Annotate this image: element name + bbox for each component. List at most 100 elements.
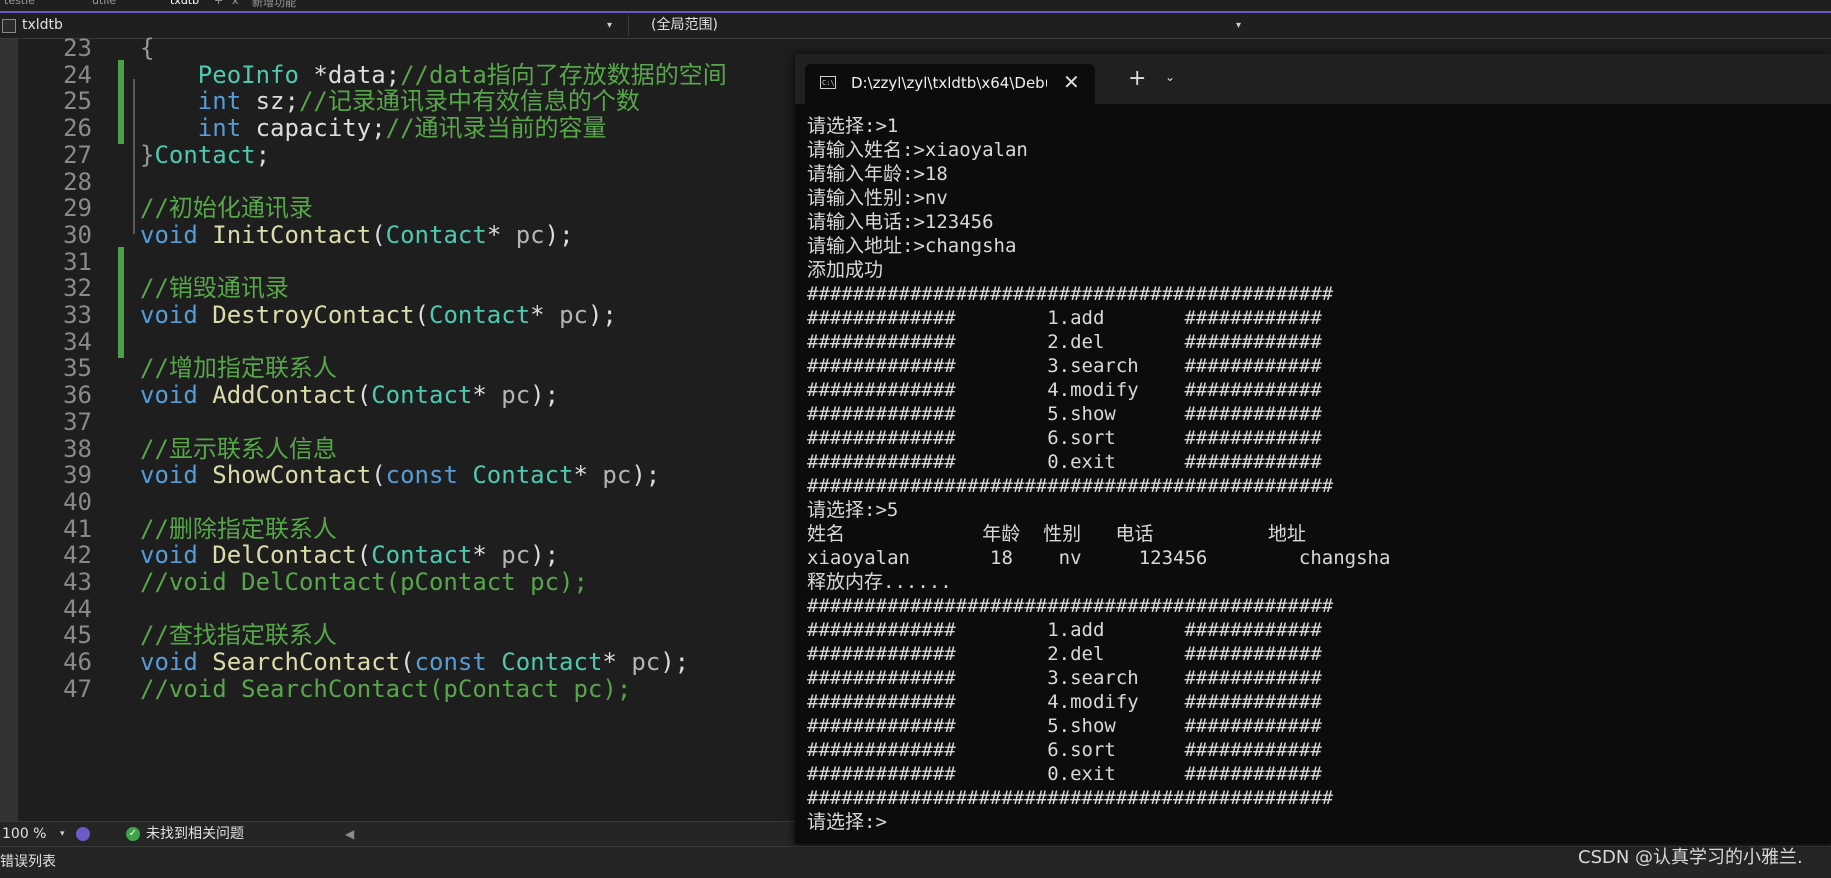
- terminal-tab[interactable]: C:\ D:\zzyl\zyl\txldtb\x64\Debug\ ✕: [805, 64, 1095, 104]
- code-token: Contact: [429, 301, 531, 329]
- close-tab-icon[interactable]: x: [232, 0, 239, 8]
- code-token: capacity;: [241, 114, 386, 143]
- code-token: pc: [631, 648, 661, 677]
- code-token: const: [385, 461, 458, 490]
- code-token: AddContact: [212, 381, 357, 410]
- error-list-tab[interactable]: 错误列表: [0, 847, 56, 878]
- code-token: pc: [501, 541, 531, 570]
- code-token: Contact: [371, 541, 473, 570]
- code-token: {: [140, 34, 155, 62]
- code-token: DestroyContact: [212, 301, 415, 329]
- chevron-down-icon[interactable]: ⌄: [1165, 70, 1175, 84]
- code-token: //显示联系人信息: [140, 434, 337, 463]
- code-token: SearchContact: [212, 648, 401, 677]
- terminal-output[interactable]: 请选择:>1 请输入姓名:>xiaoyalan 请输入年龄:>18 请输入性别:>nv…: [807, 114, 1827, 842]
- terminal-tab-title: D:\zzyl\zyl\txldtb\x64\Debug\: [851, 74, 1047, 92]
- code-token: //通讯录当前的容量: [385, 114, 607, 143]
- terminal-line: ########################################…: [807, 787, 1334, 809]
- close-icon[interactable]: ✕: [1063, 70, 1080, 94]
- code-token: int: [197, 87, 242, 116]
- tab-txdtb[interactable]: txdtb: [170, 0, 199, 8]
- tab-testle[interactable]: testle: [4, 0, 35, 8]
- terminal-line: 请输入姓名:>xiaoyalan: [807, 139, 1028, 161]
- new-tab-button[interactable]: +: [1128, 66, 1146, 91]
- code-token: DelContact: [212, 541, 357, 570]
- scroll-left-icon[interactable]: ◀: [345, 822, 354, 846]
- code-token: ;: [255, 140, 271, 169]
- code-line[interactable]: 47 //void SearchContact(pContact pc);: [0, 674, 800, 705]
- terminal-line: 请选择:>: [807, 811, 887, 833]
- terminal-titlebar: C:\ D:\zzyl\zyl\txldtb\x64\Debug\ ✕ + ⌄: [795, 54, 1831, 104]
- bottom-panel: 错误列表: [0, 846, 1831, 878]
- terminal-line: 请输入性别:>nv: [807, 187, 948, 209]
- code-token: (: [356, 381, 372, 410]
- code-token: );: [530, 381, 560, 410]
- code-token: //void SearchContact(pContact pc);: [140, 674, 632, 703]
- code-token: //记录通讯录中有效信息的个数: [298, 87, 640, 116]
- code-token: pc: [501, 381, 531, 410]
- code-token: InitContact: [212, 220, 372, 249]
- document-tab-strip: testle utile txdtb + x 新增功能: [0, 0, 1831, 13]
- code-token: (: [400, 648, 415, 677]
- code-token: );: [544, 220, 574, 249]
- code-token: //data指向了存放数据的空间: [400, 60, 727, 89]
- code-token: void: [140, 461, 198, 490]
- chevron-down-icon: ▾: [1235, 20, 1241, 31]
- issues-status[interactable]: 未找到相关问题: [146, 822, 244, 846]
- zoom-level[interactable]: 100 %: [2, 822, 46, 846]
- terminal-line: ############# 3.search ############: [807, 667, 1322, 689]
- pin-icon[interactable]: +: [214, 0, 223, 8]
- code-cleanup-icon[interactable]: [76, 827, 90, 841]
- code-token: void: [140, 381, 198, 410]
- code-token: );: [530, 541, 560, 570]
- terminal-line: ############# 3.search ############: [807, 355, 1322, 377]
- terminal-window[interactable]: C:\ D:\zzyl\zyl\txldtb\x64\Debug\ ✕ + ⌄ …: [795, 54, 1831, 844]
- code-token: (: [371, 461, 386, 490]
- terminal-line: 姓名 年龄 性别 电话 地址: [807, 523, 1306, 545]
- code-token: (: [414, 301, 429, 329]
- code-token: *: [602, 648, 632, 677]
- terminal-line: ############# 2.del ############: [807, 643, 1322, 665]
- terminal-line: ############# 2.del ############: [807, 331, 1322, 353]
- check-circle-icon: ✓: [126, 827, 140, 841]
- code-token: *data;: [298, 60, 401, 89]
- code-token: void: [140, 301, 198, 329]
- terminal-line: xiaoyalan 18 nv 123456 changsha: [807, 547, 1391, 569]
- code-token: //增加指定联系人: [140, 354, 337, 383]
- tab-utile[interactable]: utile: [92, 0, 116, 8]
- terminal-line: ############# 0.exit ############: [807, 763, 1322, 785]
- tab-new-features[interactable]: 新增功能: [252, 0, 296, 9]
- watermark: CSDN @认真学习的小雅兰.: [1578, 847, 1803, 868]
- terminal-line: ############# 0.exit ############: [807, 451, 1322, 473]
- code-token: ShowContact: [212, 461, 372, 490]
- terminal-line: ############# 4.modify ############: [807, 379, 1322, 401]
- terminal-line: ########################################…: [807, 283, 1334, 305]
- code-token: //查找指定联系人: [140, 621, 337, 650]
- code-token: *: [486, 220, 516, 249]
- code-token: *: [530, 301, 560, 329]
- code-token: int: [197, 114, 242, 143]
- code-token: //销毁通讯录: [140, 274, 289, 303]
- code-token: pc: [602, 461, 632, 490]
- terminal-line: 释放内存......: [807, 571, 952, 593]
- terminal-line: ############# 6.sort ############: [807, 739, 1322, 761]
- code-token: //void DelContact(pContact pc);: [140, 568, 588, 596]
- code-token: pc: [515, 220, 545, 249]
- line-number: 47: [63, 674, 92, 703]
- terminal-line: 请选择:>5: [807, 499, 899, 521]
- terminal-line: 请选择:>1: [807, 115, 899, 137]
- project-icon: [2, 19, 16, 33]
- terminal-line: 添加成功: [807, 259, 884, 281]
- zoom-dropdown-icon[interactable]: ▾: [60, 822, 65, 846]
- code-token: );: [660, 648, 690, 677]
- code-token: (: [356, 541, 372, 570]
- terminal-line: ############# 5.show ############: [807, 403, 1322, 425]
- terminal-line: ############# 1.add ############: [807, 307, 1322, 329]
